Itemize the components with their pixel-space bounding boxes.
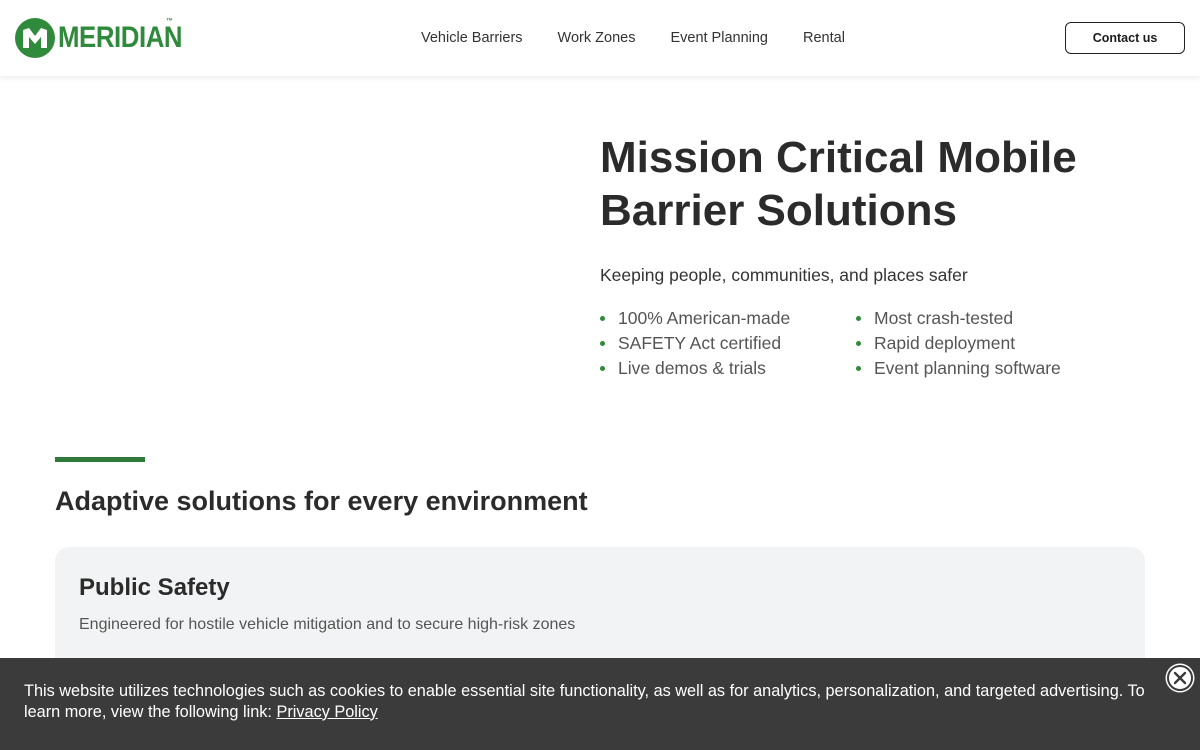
cookie-banner-text: This website utilizes technologies such … bbox=[24, 681, 1174, 722]
hero-title: Mission Critical Mobile Barrier Solution… bbox=[600, 131, 1160, 237]
feature-label: Most crash-tested bbox=[874, 308, 1014, 328]
cookie-message: This website utilizes technologies such … bbox=[24, 682, 1145, 721]
bullet-icon bbox=[600, 340, 605, 346]
cookie-banner: This website utilizes technologies such … bbox=[0, 658, 1200, 750]
privacy-policy-link[interactable]: Privacy Policy bbox=[276, 703, 377, 721]
feature-item: SAFETY Act certified bbox=[600, 333, 856, 353]
brand-logo[interactable]: MERIDIAN ™ bbox=[14, 16, 202, 60]
bullet-icon bbox=[600, 365, 605, 371]
site-header: MERIDIAN ™ Vehicle Barriers Work Zones E… bbox=[0, 0, 1200, 76]
feature-label: Rapid deployment bbox=[874, 333, 1016, 353]
card-description: Engineered for hostile vehicle mitigatio… bbox=[79, 616, 576, 633]
feature-label: Event planning software bbox=[874, 358, 1061, 378]
feature-item: Rapid deployment bbox=[856, 333, 1112, 353]
feature-item: Most crash-tested bbox=[856, 308, 1112, 328]
hero-title-line-1: Mission Critical Mobile bbox=[600, 133, 1077, 182]
meridian-logo-icon bbox=[15, 18, 55, 58]
feature-list: 100% American-made Most crash-tested SAF… bbox=[600, 308, 1120, 378]
nav-item-vehicle-barriers[interactable]: Vehicle Barriers bbox=[421, 29, 523, 47]
feature-item: Event planning software bbox=[856, 358, 1112, 378]
hero-title-line-2: Barrier Solutions bbox=[600, 186, 957, 235]
hero-subtitle: Keeping people, communities, and places … bbox=[600, 265, 968, 285]
feature-item: 100% American-made bbox=[600, 308, 856, 328]
feature-item: Live demos & trials bbox=[600, 358, 856, 378]
card-title: Public Safety bbox=[79, 574, 230, 601]
section-title: Adaptive solutions for every environment bbox=[55, 486, 588, 516]
brand-name: MERIDIAN bbox=[58, 21, 183, 54]
nav-item-event-planning[interactable]: Event Planning bbox=[670, 29, 768, 47]
bullet-icon bbox=[856, 340, 861, 346]
bullet-icon bbox=[600, 315, 605, 321]
nav-item-work-zones[interactable]: Work Zones bbox=[558, 29, 636, 47]
feature-label: SAFETY Act certified bbox=[618, 333, 782, 353]
feature-label: 100% American-made bbox=[618, 308, 791, 328]
trademark-mark: ™ bbox=[166, 18, 173, 25]
contact-us-button[interactable]: Contact us bbox=[1065, 22, 1185, 54]
section-accent-divider bbox=[55, 457, 145, 462]
bullet-icon bbox=[856, 365, 861, 371]
nav-item-rental[interactable]: Rental bbox=[803, 29, 845, 47]
close-cookie-banner-button[interactable] bbox=[1167, 665, 1193, 691]
close-icon bbox=[1173, 671, 1187, 685]
bullet-icon bbox=[856, 315, 861, 321]
feature-label: Live demos & trials bbox=[618, 358, 766, 378]
main-nav: Vehicle Barriers Work Zones Event Planni… bbox=[421, 29, 845, 47]
